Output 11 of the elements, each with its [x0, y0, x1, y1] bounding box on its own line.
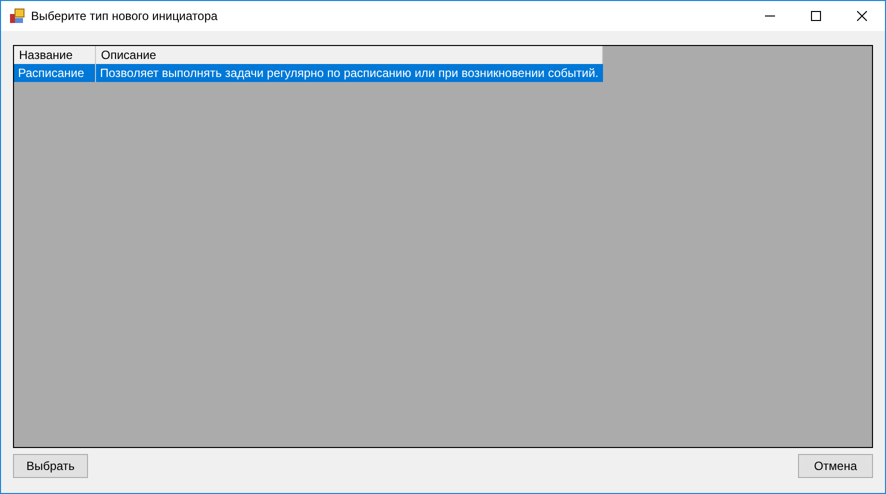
table-cell[interactable]: Расписание: [14, 64, 96, 82]
window-title: Выберите тип нового инициатора: [31, 9, 218, 23]
maximize-icon: [811, 11, 821, 21]
table-cell[interactable]: Позволяет выполнять задачи регулярно по расписанию или при возникновении событий.: [96, 64, 603, 82]
column-header[interactable]: Название: [14, 46, 96, 64]
list-view[interactable]: Название Описание Расписание Позволяет выполнять задачи регулярно по расписанию или при возникновении событий.: [13, 45, 873, 448]
column-header[interactable]: Описание: [96, 46, 603, 64]
dialog-button[interactable]: Выбрать: [13, 454, 88, 478]
close-icon: [857, 11, 867, 21]
app-icon: [9, 8, 25, 24]
dialog-button[interactable]: Отмена: [798, 454, 873, 478]
